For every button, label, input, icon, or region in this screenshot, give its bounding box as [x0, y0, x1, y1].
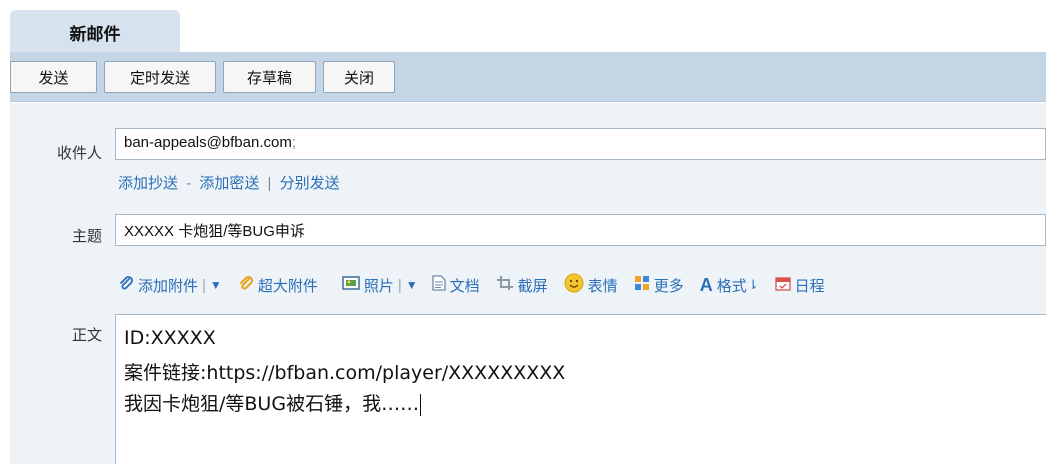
close-button[interactable]: 关闭 — [323, 61, 395, 93]
separate-send-link[interactable]: 分别发送 — [280, 175, 340, 192]
document-icon — [431, 275, 446, 295]
tab-new-mail-label: 新邮件 — [69, 24, 121, 44]
message-body-editor[interactable]: ID:XXXXX 案件链接:https://bfban.com/player/X… — [115, 314, 1046, 464]
more-label: 更多 — [653, 277, 684, 295]
body-line: ID:XXXXX — [124, 327, 216, 349]
insert-toolbar: 添加附件 | ▼ 超大附件 照片 | ▼ 文档 截屏 表情 更多 A 格式 ⇂ … — [118, 272, 841, 298]
add-attachment-button[interactable]: 添加附件 — [118, 275, 198, 296]
body-line: 我因卡炮狙/等BUG被石锤，我…… — [124, 393, 422, 416]
large-attachment-button[interactable]: 超大附件 — [238, 275, 318, 296]
recipient-field[interactable]: ban-appeals@bfban.com; — [115, 128, 1046, 160]
more-icon — [634, 275, 650, 295]
recipient-links: 添加抄送 - 添加密送 | 分别发送 — [118, 172, 340, 193]
large-attachment-icon — [238, 275, 254, 295]
save-draft-button-label: 存草稿 — [246, 69, 292, 87]
emoji-label: 表情 — [587, 277, 618, 295]
photo-icon — [342, 275, 360, 295]
link-dash: - — [186, 175, 192, 192]
close-button-label: 关闭 — [343, 69, 374, 87]
emoji-button[interactable]: 表情 — [564, 273, 618, 297]
screenshot-label: 截屏 — [517, 277, 548, 295]
scheduled-send-button-label: 定时发送 — [129, 69, 190, 87]
scheduled-send-button[interactable]: 定时发送 — [104, 61, 216, 93]
large-attachment-label: 超大附件 — [257, 277, 318, 295]
subject-label: 主题 — [71, 228, 102, 245]
save-draft-button[interactable]: 存草稿 — [223, 61, 316, 93]
screenshot-icon — [496, 275, 514, 295]
schedule-button[interactable]: 日程 — [774, 275, 825, 296]
subject-value: XXXXX 卡炮狙/等BUG申诉 — [124, 223, 305, 240]
calendar-icon — [774, 275, 791, 295]
text-cursor — [420, 393, 422, 416]
recipient-label: 收件人 — [56, 145, 102, 162]
photo-button[interactable]: 照片 — [342, 275, 394, 296]
emoji-icon — [564, 273, 584, 297]
paperclip-icon — [118, 275, 134, 295]
subject-field[interactable]: XXXXX 卡炮狙/等BUG申诉 — [115, 214, 1046, 246]
format-icon: A — [699, 274, 713, 295]
format-button[interactable]: A 格式 ⇂ — [700, 275, 759, 296]
photo-label: 照片 — [363, 277, 394, 295]
recipient-value: ban-appeals@bfban.com; — [124, 134, 297, 151]
document-label: 文档 — [449, 277, 480, 295]
screenshot-button[interactable]: 截屏 — [496, 275, 548, 296]
tab-new-mail[interactable]: 新邮件 — [10, 10, 180, 54]
send-button-label: 发送 — [38, 69, 69, 87]
format-label: 格式 — [716, 277, 747, 295]
format-arrow-icon: ⇂ — [747, 277, 759, 292]
compose-toolbar: 发送 定时发送 存草稿 关闭 — [10, 52, 1046, 102]
send-button[interactable]: 发送 — [10, 61, 97, 93]
separator: | — [202, 276, 206, 294]
body-label: 正文 — [71, 327, 102, 344]
separator: | — [397, 276, 402, 294]
more-button[interactable]: 更多 — [634, 275, 684, 296]
photo-dropdown-icon[interactable]: ▼ — [406, 278, 418, 292]
add-bcc-link[interactable]: 添加密送 — [199, 175, 259, 192]
link-pipe: | — [267, 175, 272, 192]
body-line: 案件链接:https://bfban.com/player/XXXXXXXXX — [124, 362, 566, 384]
tab-bar: 新邮件 — [0, 0, 1046, 54]
document-button[interactable]: 文档 — [431, 275, 480, 296]
add-attachment-label: 添加附件 — [138, 277, 199, 295]
add-cc-link[interactable]: 添加抄送 — [118, 175, 178, 192]
attachment-dropdown-icon[interactable]: ▼ — [210, 278, 222, 292]
schedule-label: 日程 — [794, 277, 825, 295]
